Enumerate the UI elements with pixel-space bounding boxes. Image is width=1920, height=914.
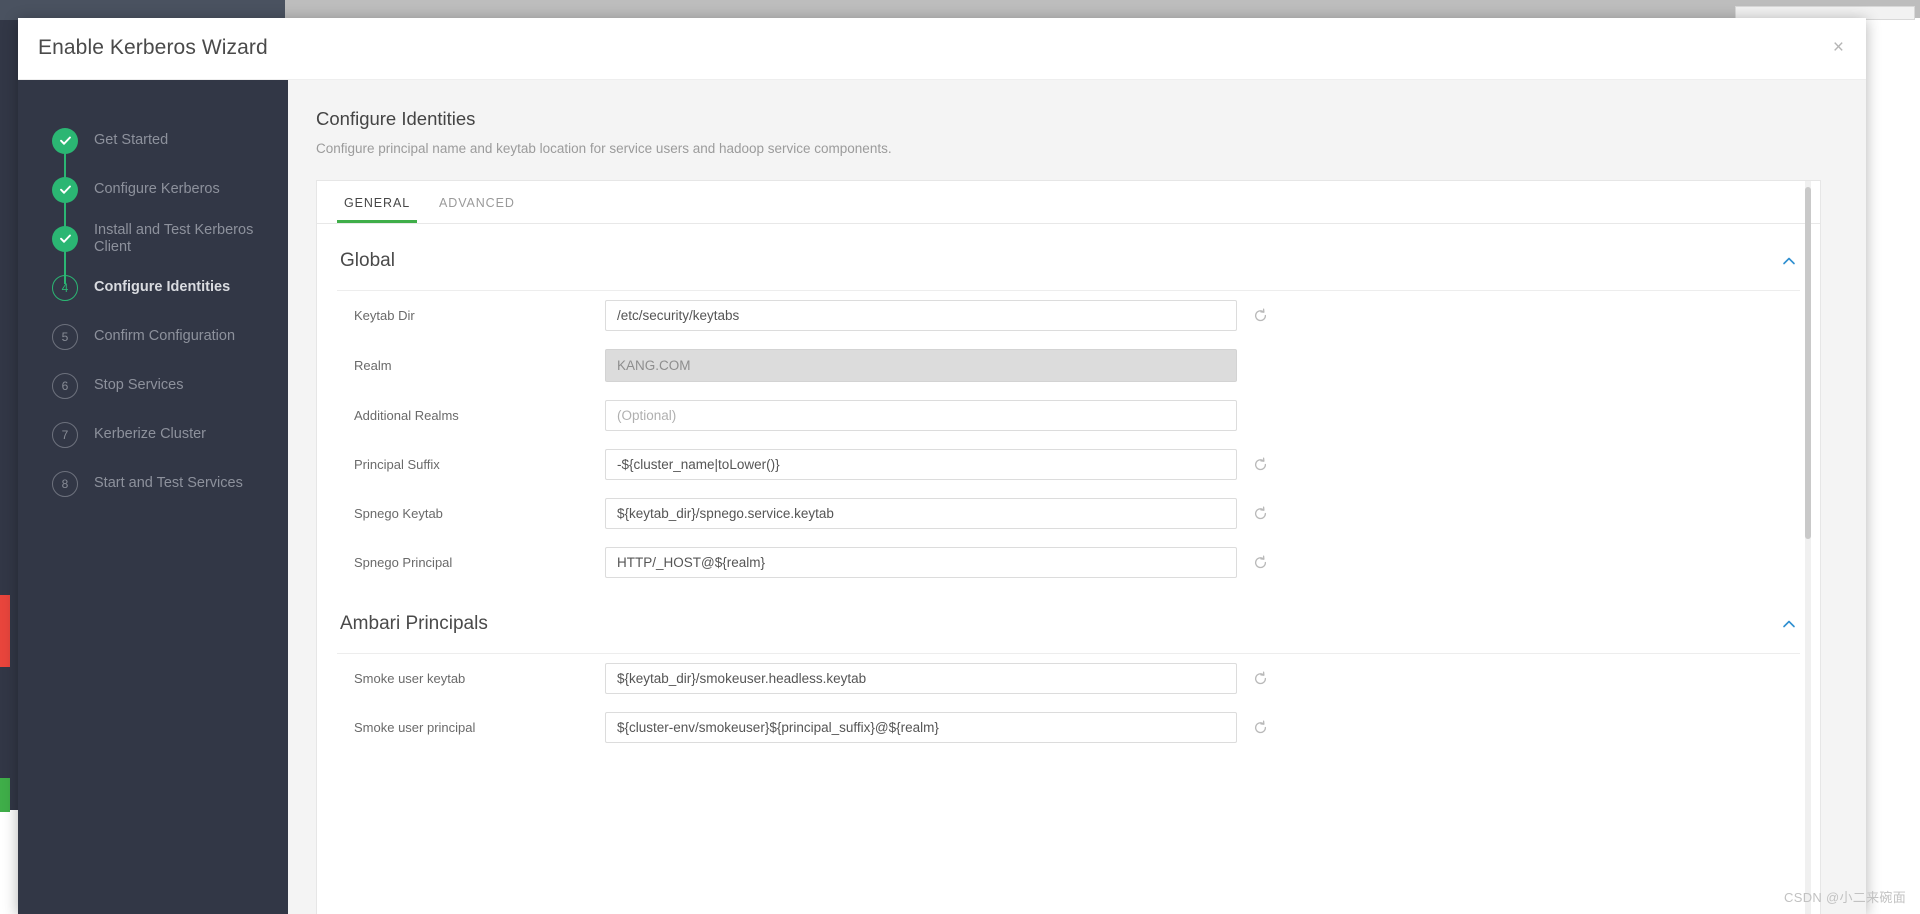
field-input[interactable] [605,712,1237,743]
step-complete-check-icon [52,225,78,252]
step-number-badge: 4 [52,274,78,301]
watermark: CSDN @小二来碗面 [1784,890,1906,905]
field-input[interactable] [605,547,1237,578]
field-input [605,349,1237,382]
wizard-step-3[interactable]: Install and Test Kerberos Client [18,214,288,263]
wizard-step-2[interactable]: Configure Kerberos [18,165,288,214]
step-number-badge: 7 [52,421,78,448]
wizard-step-label: Install and Test Kerberos Client [94,221,254,255]
scrollbar-thumb[interactable] [1805,187,1811,539]
step-number-badge: 8 [52,470,78,497]
wizard-step-7: 7 Kerberize Cluster [18,410,288,459]
revert-placeholder [1253,358,1268,373]
field-input[interactable] [605,663,1237,694]
revert-icon[interactable] [1253,555,1268,570]
revert-placeholder [1253,408,1268,423]
scrollbar-track[interactable] [1805,181,1811,914]
step-number-badge: 5 [52,323,78,350]
wizard-step-4[interactable]: 4 Configure Identities [18,263,288,312]
field-input[interactable] [605,498,1237,529]
wizard-step-6: 6 Stop Services [18,361,288,410]
form-row: Smoke user principal [337,703,1800,752]
modal-body: Get Started Configure Kerberos Install and… [18,80,1866,914]
revert-icon[interactable] [1253,720,1268,735]
wizard-step-label: Confirm Configuration [94,328,236,344]
section-header[interactable]: Ambari Principals [337,587,1800,654]
form-row: Spnego Principal [337,538,1800,587]
section-global: Global Keytab Dir Realm Additional Realms Pr… [317,224,1820,587]
tab-advanced[interactable]: ADVANCED [432,193,522,223]
wizard-step-label: Configure Identities [94,279,231,295]
close-icon[interactable]: × [1833,38,1844,57]
field-label: Realm [354,358,392,373]
form-row: Smoke user keytab [337,654,1800,703]
field-label: Additional Realms [354,408,459,423]
chevron-up-icon[interactable] [1781,253,1797,269]
field-label: Spnego Keytab [354,506,443,521]
page-subtitle: Configure principal name and keytab loca… [316,141,892,156]
step-number-badge: 6 [52,372,78,399]
background-topbar-grey [285,0,1920,18]
tab-general[interactable]: GENERAL [337,193,418,223]
form-row: Additional Realms [337,391,1800,440]
background-green-indicator [0,778,10,812]
form-row: Spnego Keytab [337,489,1800,538]
field-label: Keytab Dir [354,308,415,323]
background-topbar-dark [0,0,285,20]
field-input[interactable] [605,400,1237,431]
wizard-step-label: Start and Test Services [94,475,243,491]
field-label: Smoke user principal [354,720,476,735]
field-label: Principal Suffix [354,457,440,472]
form-row: Principal Suffix [337,440,1800,489]
field-input[interactable] [605,449,1237,480]
form-row: Realm [337,340,1800,391]
section-title: Ambari Principals [340,613,488,634]
section-header[interactable]: Global [337,224,1800,291]
content-header: Configure Identities Configure principal… [288,80,1866,156]
modal-header: Enable Kerberos Wizard × [18,18,1866,80]
section-ambari-principals: Ambari Principals Smoke user keytab Smoke … [317,587,1820,752]
wizard-step-label: Get Started [94,132,169,148]
sections-container: Global Keytab Dir Realm Additional Realms Pr… [317,224,1820,752]
revert-icon[interactable] [1253,457,1268,472]
wizard-step-label: Kerberize Cluster [94,426,207,442]
main-content: Configure Identities Configure principal… [288,80,1866,914]
revert-icon[interactable] [1253,308,1268,323]
enable-kerberos-wizard-modal: Enable Kerberos Wizard × Get Started Conf… [18,18,1866,914]
step-complete-check-icon [52,176,78,203]
step-complete-check-icon [52,127,78,154]
field-label: Smoke user keytab [354,671,466,686]
section-title: Global [340,250,395,271]
chevron-up-icon[interactable] [1781,616,1797,632]
wizard-step-8: 8 Start and Test Services [18,459,288,508]
revert-icon[interactable] [1253,671,1268,686]
wizard-steps-sidebar: Get Started Configure Kerberos Install and… [18,80,288,914]
field-label: Spnego Principal [354,555,453,570]
wizard-step-label: Stop Services [94,377,184,393]
background-red-indicator [0,595,10,667]
wizard-step-5: 5 Confirm Configuration [18,312,288,361]
configuration-card: GENERAL ADVANCED Global Keytab Dir Realm Add… [316,180,1821,914]
tab-bar: GENERAL ADVANCED [317,181,1820,224]
wizard-step-1[interactable]: Get Started [18,116,288,165]
revert-icon[interactable] [1253,506,1268,521]
wizard-step-label: Configure Kerberos [94,181,220,197]
form-row: Keytab Dir [337,291,1800,340]
modal-title: Enable Kerberos Wizard [38,36,268,59]
field-input[interactable] [605,300,1237,331]
page-title: Configure Identities [316,108,476,129]
